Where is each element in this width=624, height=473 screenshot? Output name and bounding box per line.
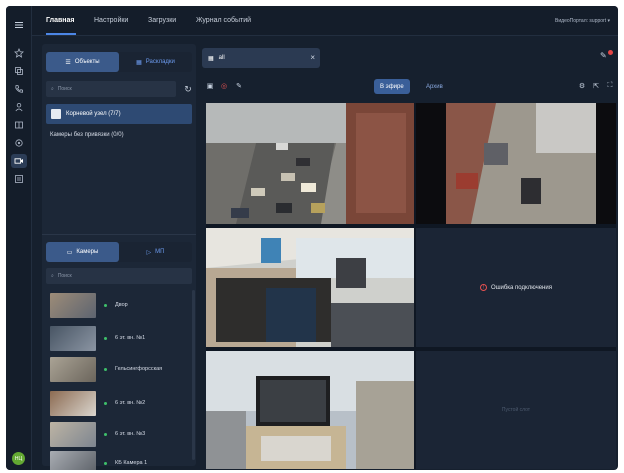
video-tile-empty[interactable]: Пустой слот [416, 351, 616, 469]
camera-name: 6 эт. вн. №1 [115, 335, 146, 341]
objects-search-placeholder: Поиск [57, 86, 72, 92]
icon-rail: НЦ [6, 6, 32, 470]
map-icon[interactable] [11, 118, 27, 132]
play-icon: ▷ [146, 249, 152, 256]
empty-slot-label: Пустой слот [501, 407, 531, 413]
refresh-icon[interactable]: ↻ [182, 82, 194, 96]
video-grid: ! Ошибка подключения Пустой слот [206, 103, 616, 469]
status-online-dot [104, 367, 107, 371]
tab-mp[interactable]: ▷ МП [119, 242, 192, 262]
grid-icon: ▦ [208, 55, 214, 62]
notification-icon[interactable]: ✎ [600, 50, 613, 63]
cameras-mp-switch: ▭ Камеры ▷ МП [46, 242, 192, 262]
camera-thumbnail [50, 390, 96, 416]
nav-downloads[interactable]: Загрузки [148, 17, 176, 24]
video-tile-courtyard[interactable] [416, 103, 616, 224]
cameras-search-placeholder: Поиск [57, 273, 72, 279]
archive-icon[interactable] [11, 172, 27, 186]
top-bar: Главная Настройки Загрузки Журнал событи… [32, 6, 618, 36]
video-tile-laptop[interactable] [206, 351, 414, 469]
status-online-dot [104, 401, 107, 405]
layouts-icon: ▦ [136, 59, 142, 66]
star-icon[interactable] [11, 46, 27, 60]
camera-name: 6 эт. вн. №2 [115, 400, 146, 406]
menu-icon[interactable] [11, 18, 27, 32]
record-icon[interactable]: ◎ [220, 82, 228, 90]
camera-icon[interactable] [11, 154, 27, 168]
camera-list-scrollbar[interactable] [192, 290, 195, 460]
camera-list-item[interactable]: КБ Камера 1 [50, 450, 190, 470]
tab-mp-label: МП [155, 249, 165, 255]
search-icon: ⌕ [51, 86, 54, 92]
nav-settings[interactable]: Настройки [94, 17, 128, 24]
notification-badge [608, 50, 613, 55]
status-online-dot [104, 432, 107, 436]
tab-objects[interactable]: ☰ Объекты [46, 52, 119, 72]
camera-list-item[interactable]: 6 эт. вн. №2 [50, 390, 190, 416]
camera-thumbnail [50, 450, 96, 470]
left-panel: ☰ Объекты ▦ Раскладки ⌕ Поиск ↻ Корневой… [42, 44, 196, 470]
camera-list-item[interactable]: Гельсингфорсская [50, 356, 190, 382]
tree-unbound-cameras[interactable]: Камеры без привязки (0/0) [50, 132, 124, 138]
error-message: Ошибка подключения [491, 284, 552, 291]
search-icon: ⌕ [51, 273, 54, 279]
camera-thumbnail [50, 325, 96, 351]
camera-name: Двор [115, 302, 128, 308]
close-icon[interactable]: × [310, 53, 315, 62]
camera-list-item[interactable]: 6 эт. вн. №1 [50, 325, 190, 351]
layout-tab-bar: ▦ all × ✎ [202, 44, 616, 72]
camera-name: КБ Камера 1 [115, 460, 148, 466]
status-online-dot [104, 303, 107, 307]
view-toolbar: ▣ ◎ ✎ В эфире Архив ⚙ ⇱ ⛶ [202, 76, 616, 98]
tree-root-label: Корневой узел (7/7) [66, 111, 121, 117]
edit-icon[interactable]: ✎ [235, 82, 243, 90]
status-online-dot [104, 336, 107, 340]
objects-search-input[interactable]: ⌕ Поиск [46, 81, 176, 97]
video-tile-street[interactable] [206, 103, 414, 224]
status-online-dot [104, 461, 107, 465]
export-icon[interactable]: ⇱ [592, 82, 600, 90]
camera-thumbnail [50, 292, 96, 318]
video-tile-error[interactable]: ! Ошибка подключения [416, 228, 616, 347]
tab-layout-label: all [218, 55, 225, 61]
mode-archive-button[interactable]: Архив [420, 79, 449, 94]
camera-name: 6 эт. вн. №3 [115, 431, 146, 437]
user-icon[interactable] [11, 100, 27, 114]
phone-icon[interactable] [11, 82, 27, 96]
camera-list-item[interactable]: 6 эт. вн. №3 [50, 421, 190, 447]
nav-main[interactable]: Главная [46, 17, 74, 24]
layout-icon[interactable] [11, 64, 27, 78]
gear-icon[interactable]: ⚙ [578, 82, 586, 90]
panel-divider [42, 234, 196, 235]
fullscreen-icon[interactable]: ⛶ [606, 82, 614, 90]
tab-layouts[interactable]: ▦ Раскладки [119, 52, 192, 72]
error-icon: ! [480, 284, 488, 291]
tree-root-node[interactable]: Корневой узел (7/7) [46, 104, 192, 124]
tab-cameras[interactable]: ▭ Камеры [46, 242, 119, 262]
camera-thumbnail [50, 356, 96, 382]
video-tile-office[interactable] [206, 228, 414, 347]
cameras-search-input[interactable]: ⌕ Поиск [46, 268, 192, 284]
nav-event-log[interactable]: Журнал событий [196, 17, 251, 24]
objects-icon: ☰ [65, 59, 71, 66]
user-menu[interactable]: ВидеоПортал: support ▾ [555, 18, 610, 24]
mode-live-button[interactable]: В эфире [374, 79, 410, 94]
node-icon [51, 109, 61, 119]
objects-layouts-switch: ☰ Объекты ▦ Раскладки [46, 52, 192, 72]
tab-objects-label: Объекты [74, 59, 100, 65]
tab-cameras-label: Камеры [76, 249, 99, 255]
camera-list-item[interactable]: Двор [50, 292, 190, 318]
camera-name: Гельсингфорсская [115, 366, 163, 372]
location-icon[interactable] [11, 136, 27, 150]
tab-layouts-label: Раскладки [145, 59, 175, 65]
save-icon[interactable]: ▣ [206, 82, 214, 90]
tab-layout-all[interactable]: ▦ all × [202, 48, 320, 68]
app-window: НЦ Главная Настройки Загрузки Журнал соб… [6, 6, 618, 470]
avatar[interactable]: НЦ [12, 452, 25, 465]
nav-active-indicator [46, 33, 76, 35]
camera-thumbnail [50, 421, 96, 447]
camera-icon: ▭ [66, 249, 73, 256]
